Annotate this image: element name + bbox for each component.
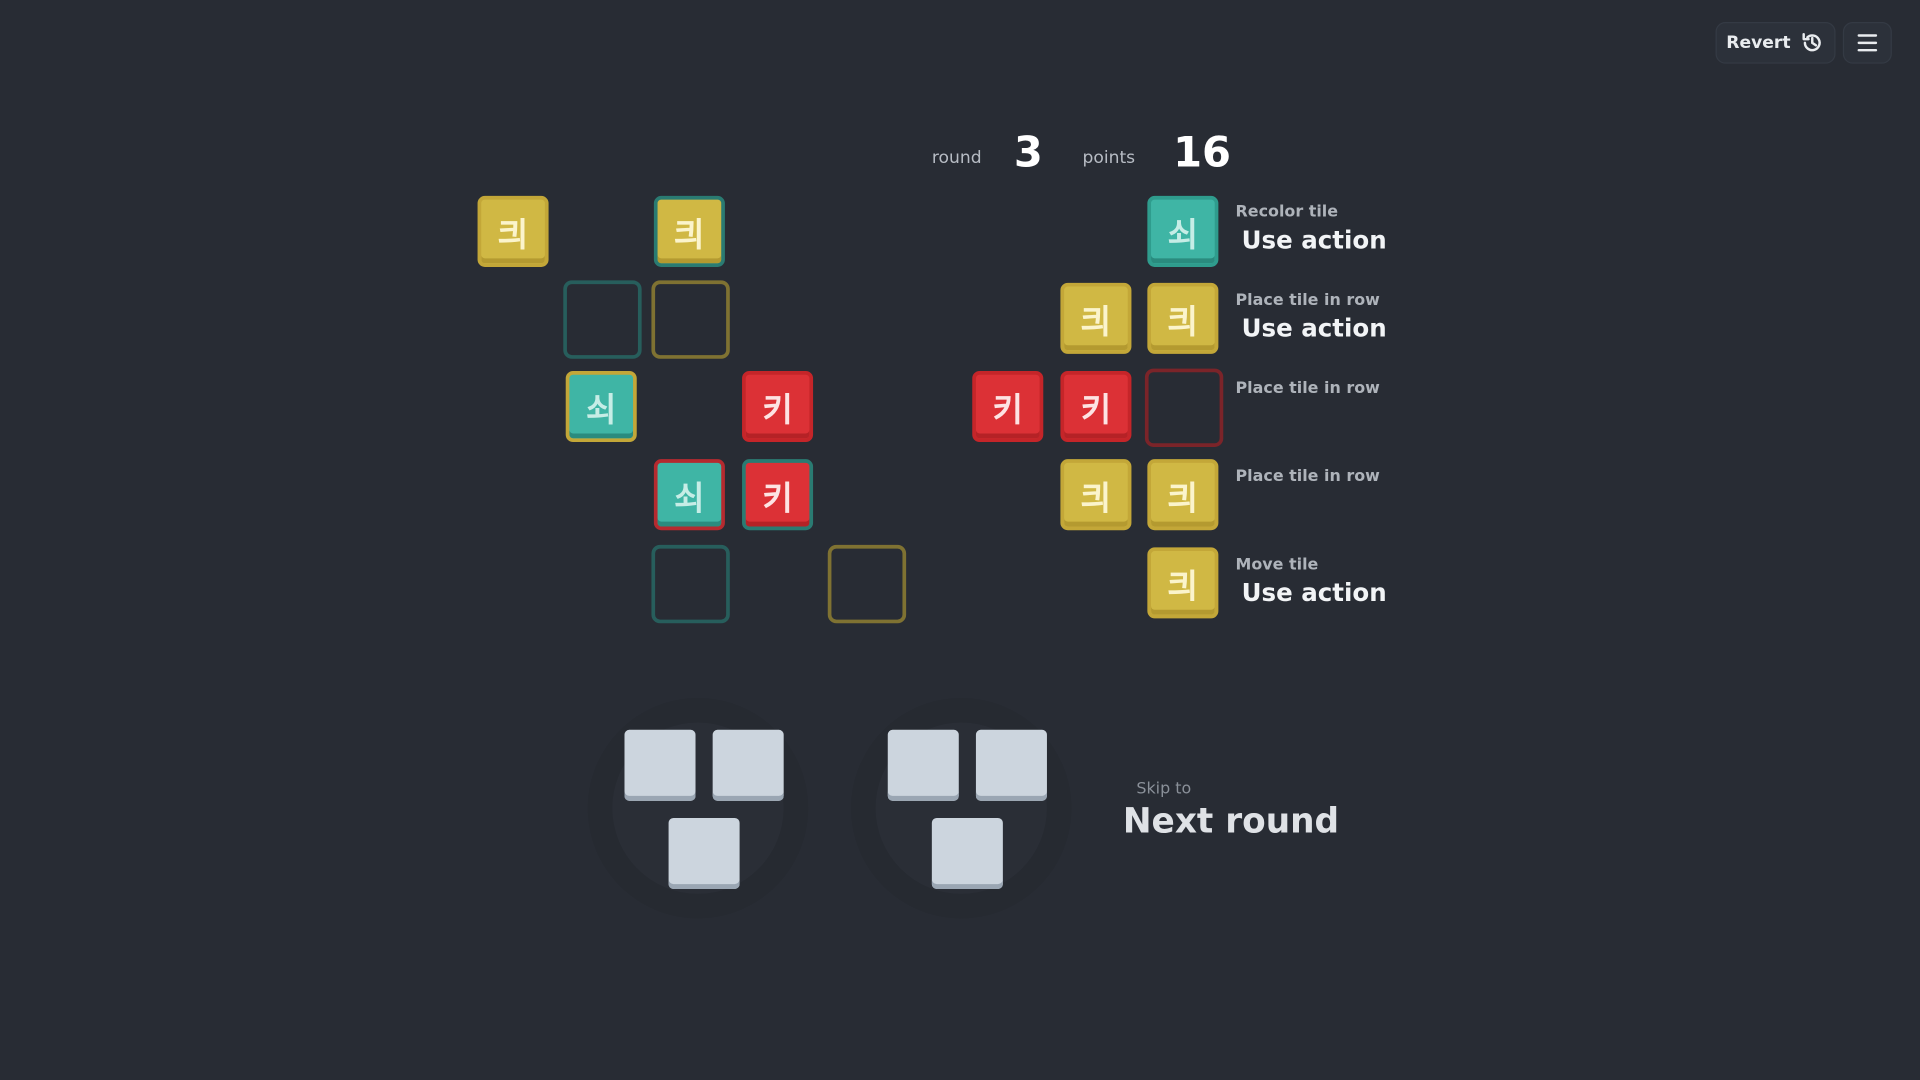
round-value: 3 <box>1013 128 1043 178</box>
hamburger-menu-icon <box>1857 48 1878 52</box>
pattern-tile[interactable]: 킈 <box>1147 547 1219 619</box>
use-action-button[interactable]: Use action <box>1242 225 1387 254</box>
pattern-tile[interactable]: 킈 <box>1060 282 1132 354</box>
pattern-slot[interactable] <box>1144 368 1224 447</box>
next-round-button[interactable]: Next round <box>1123 801 1339 841</box>
pattern-tile[interactable]: 키 <box>1060 371 1132 443</box>
round-label: round <box>931 148 982 168</box>
factory-tile[interactable] <box>887 729 959 801</box>
revert-button[interactable]: Revert <box>1715 22 1836 64</box>
wall-tile[interactable]: 쇠 <box>565 371 637 443</box>
wall-slot[interactable] <box>651 544 730 624</box>
wall-slot[interactable] <box>563 280 642 359</box>
pattern-tile[interactable]: 킈 <box>1147 282 1219 354</box>
wall-tile[interactable]: 키 <box>742 459 814 531</box>
history-icon <box>1802 33 1822 52</box>
factory-tile[interactable] <box>624 729 696 801</box>
use-action-button[interactable]: Use action <box>1242 313 1387 342</box>
pattern-tile[interactable]: 킈 <box>1060 459 1132 531</box>
wall-tile[interactable]: 킈 <box>653 195 725 267</box>
hamburger-menu-icon <box>1857 41 1878 45</box>
wall-slot[interactable] <box>827 544 907 624</box>
action-title: Recolor tile <box>1235 203 1339 222</box>
use-action-button[interactable]: Use action <box>1242 578 1387 607</box>
factory-display[interactable] <box>851 697 1072 919</box>
factory-tile[interactable] <box>668 817 740 889</box>
wall-slot[interactable] <box>651 280 730 359</box>
action-title: Place tile in row <box>1235 291 1380 310</box>
factory-display[interactable] <box>587 697 809 919</box>
hamburger-menu-icon <box>1857 34 1878 37</box>
factory-tile[interactable] <box>975 729 1047 801</box>
factory-tile[interactable] <box>931 817 1003 889</box>
pattern-tile[interactable]: 킈 <box>1147 459 1219 531</box>
action-title: Move tile <box>1235 555 1319 575</box>
action-title: Place tile in row <box>1235 467 1380 487</box>
wall-tile[interactable]: 킈 <box>477 195 549 267</box>
wall-tile[interactable]: 쇠 <box>653 459 725 531</box>
menu-button[interactable] <box>1842 22 1892 64</box>
points-value: 16 <box>1173 128 1232 178</box>
pattern-tile[interactable]: 키 <box>972 371 1044 443</box>
pattern-tile[interactable]: 쇠 <box>1147 195 1219 267</box>
factory-tile[interactable] <box>712 729 784 801</box>
revert-label: Revert <box>1726 33 1791 53</box>
points-label: points <box>1082 148 1136 168</box>
skip-to-label: Skip to <box>1136 780 1192 799</box>
wall-tile[interactable]: 키 <box>742 371 814 443</box>
action-title: Place tile in row <box>1235 379 1380 398</box>
